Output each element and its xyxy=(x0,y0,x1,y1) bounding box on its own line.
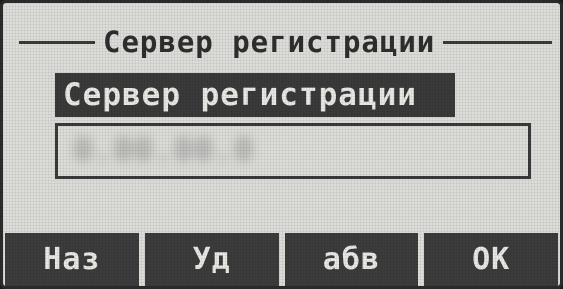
screen-title-row: Сервер регистрации xyxy=(19,25,552,59)
softkey-delete-button[interactable]: Уд xyxy=(144,233,279,286)
title-divider-left xyxy=(19,40,95,44)
lcd-screen: Сервер регистрации Сервер регистрации 0.… xyxy=(0,0,563,289)
registration-server-value: 0.00.00.0 xyxy=(74,133,255,168)
softkey-back-button[interactable]: Наз xyxy=(5,233,139,286)
title-divider-right xyxy=(443,40,552,44)
registration-server-input[interactable]: 0.00.00.0 xyxy=(55,123,531,179)
screen-title: Сервер регистрации xyxy=(103,25,436,59)
softkey-bar: Наз Уд абв OK xyxy=(3,233,560,286)
softkey-input-mode-button[interactable]: абв xyxy=(284,233,419,286)
softkey-ok-button[interactable]: OK xyxy=(424,233,558,286)
field-label-registration-server: Сервер регистрации xyxy=(55,73,455,117)
